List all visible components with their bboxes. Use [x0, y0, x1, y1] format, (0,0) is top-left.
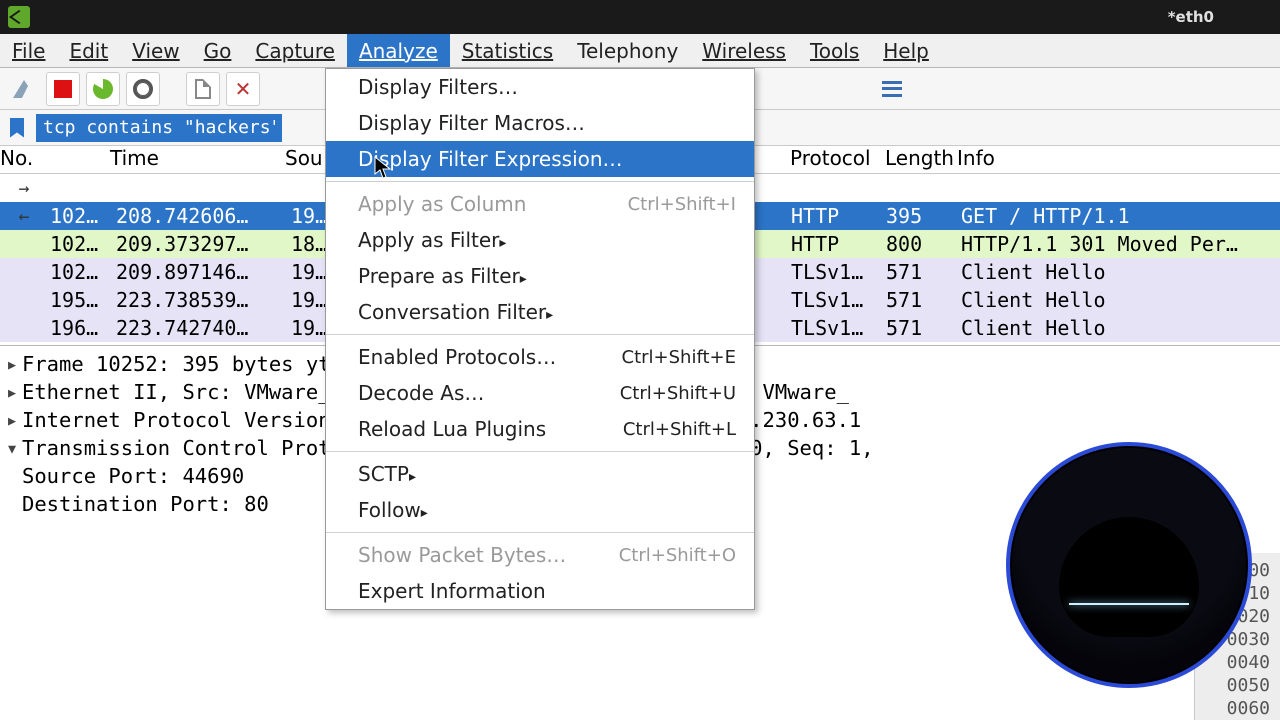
- system-menu-icon[interactable]: [8, 6, 30, 28]
- columns-button[interactable]: [875, 72, 909, 106]
- packet-direction-icon: [0, 202, 48, 230]
- gear-icon: [133, 79, 153, 99]
- menu-help[interactable]: Help: [871, 34, 941, 67]
- col-header-no[interactable]: No.: [0, 146, 110, 173]
- display-filter-input[interactable]: [36, 114, 282, 142]
- submenu-arrow-icon: [546, 300, 553, 324]
- submenu-arrow-icon: [520, 264, 527, 288]
- stop-icon: [54, 80, 72, 98]
- menu-file[interactable]: File: [0, 34, 57, 67]
- menu-separator: [326, 532, 754, 533]
- menu-item-decode-as[interactable]: Decode As…Ctrl+Shift+U: [326, 375, 754, 411]
- menu-telephony[interactable]: Telephony: [565, 34, 690, 67]
- tree-toggle-icon[interactable]: ▸: [2, 406, 22, 434]
- col-header-info[interactable]: Info: [957, 146, 1280, 173]
- menu-wireless[interactable]: Wireless: [690, 34, 798, 67]
- menu-item-sctp[interactable]: SCTP: [326, 456, 754, 492]
- restart-capture-button[interactable]: [86, 72, 120, 106]
- tree-toggle-icon[interactable]: ▸: [2, 350, 22, 378]
- menu-item-show-packet-bytes: Show Packet Bytes…Ctrl+Shift+O: [326, 537, 754, 573]
- menu-edit[interactable]: Edit: [57, 34, 120, 67]
- menu-statistics[interactable]: Statistics: [450, 34, 565, 67]
- menubar: File Edit View Go Capture Analyze Statis…: [0, 34, 1280, 68]
- menu-tools[interactable]: Tools: [798, 34, 871, 67]
- columns-icon: [882, 81, 902, 97]
- menu-item-follow[interactable]: Follow: [326, 492, 754, 528]
- analyze-menu-dropdown: Display Filters… Display Filter Macros… …: [325, 68, 755, 610]
- menu-view[interactable]: View: [120, 34, 191, 67]
- tree-toggle-icon[interactable]: ▾: [2, 434, 22, 462]
- mouse-cursor-icon: [374, 156, 392, 180]
- menu-go[interactable]: Go: [192, 34, 244, 67]
- submenu-arrow-icon: [499, 228, 506, 252]
- stop-capture-button[interactable]: [46, 72, 80, 106]
- menu-item-prepare-as-filter[interactable]: Prepare as Filter: [326, 258, 754, 294]
- menu-item-reload-lua-plugins[interactable]: Reload Lua PluginsCtrl+Shift+L: [326, 411, 754, 447]
- menu-separator: [326, 451, 754, 452]
- open-file-button[interactable]: [186, 72, 220, 106]
- file-icon: [195, 79, 211, 99]
- presenter-avatar: [1006, 442, 1252, 688]
- menu-item-display-filters[interactable]: Display Filters…: [326, 69, 754, 105]
- submenu-arrow-icon: [409, 462, 416, 486]
- close-file-button[interactable]: ✕: [226, 72, 260, 106]
- capture-options-button[interactable]: [126, 72, 160, 106]
- bookmark-icon[interactable]: [10, 118, 24, 138]
- menu-item-display-filter-macros[interactable]: Display Filter Macros…: [326, 105, 754, 141]
- menu-item-apply-as-column: Apply as ColumnCtrl+Shift+I: [326, 186, 754, 222]
- shark-fin-icon[interactable]: [6, 72, 40, 106]
- col-header-time[interactable]: Time: [110, 146, 285, 173]
- close-icon: ✕: [235, 77, 252, 101]
- packet-direction-icon: [0, 174, 48, 202]
- col-header-length[interactable]: Length: [885, 146, 957, 173]
- menu-item-conversation-filter[interactable]: Conversation Filter: [326, 294, 754, 330]
- tree-toggle-icon[interactable]: ▸: [2, 378, 22, 406]
- menu-separator: [326, 181, 754, 182]
- menu-capture[interactable]: Capture: [243, 34, 347, 67]
- menu-item-expert-information[interactable]: Expert Information: [326, 573, 754, 609]
- titlebar: *eth0: [0, 0, 1280, 34]
- menu-item-enabled-protocols[interactable]: Enabled Protocols…Ctrl+Shift+E: [326, 339, 754, 375]
- submenu-arrow-icon: [421, 498, 428, 522]
- menu-item-apply-as-filter[interactable]: Apply as Filter: [326, 222, 754, 258]
- restart-icon: [93, 79, 113, 99]
- window-title: *eth0: [1168, 8, 1214, 26]
- col-header-protocol[interactable]: Protocol: [790, 146, 885, 173]
- menu-analyze[interactable]: Analyze: [347, 34, 450, 67]
- menu-separator: [326, 334, 754, 335]
